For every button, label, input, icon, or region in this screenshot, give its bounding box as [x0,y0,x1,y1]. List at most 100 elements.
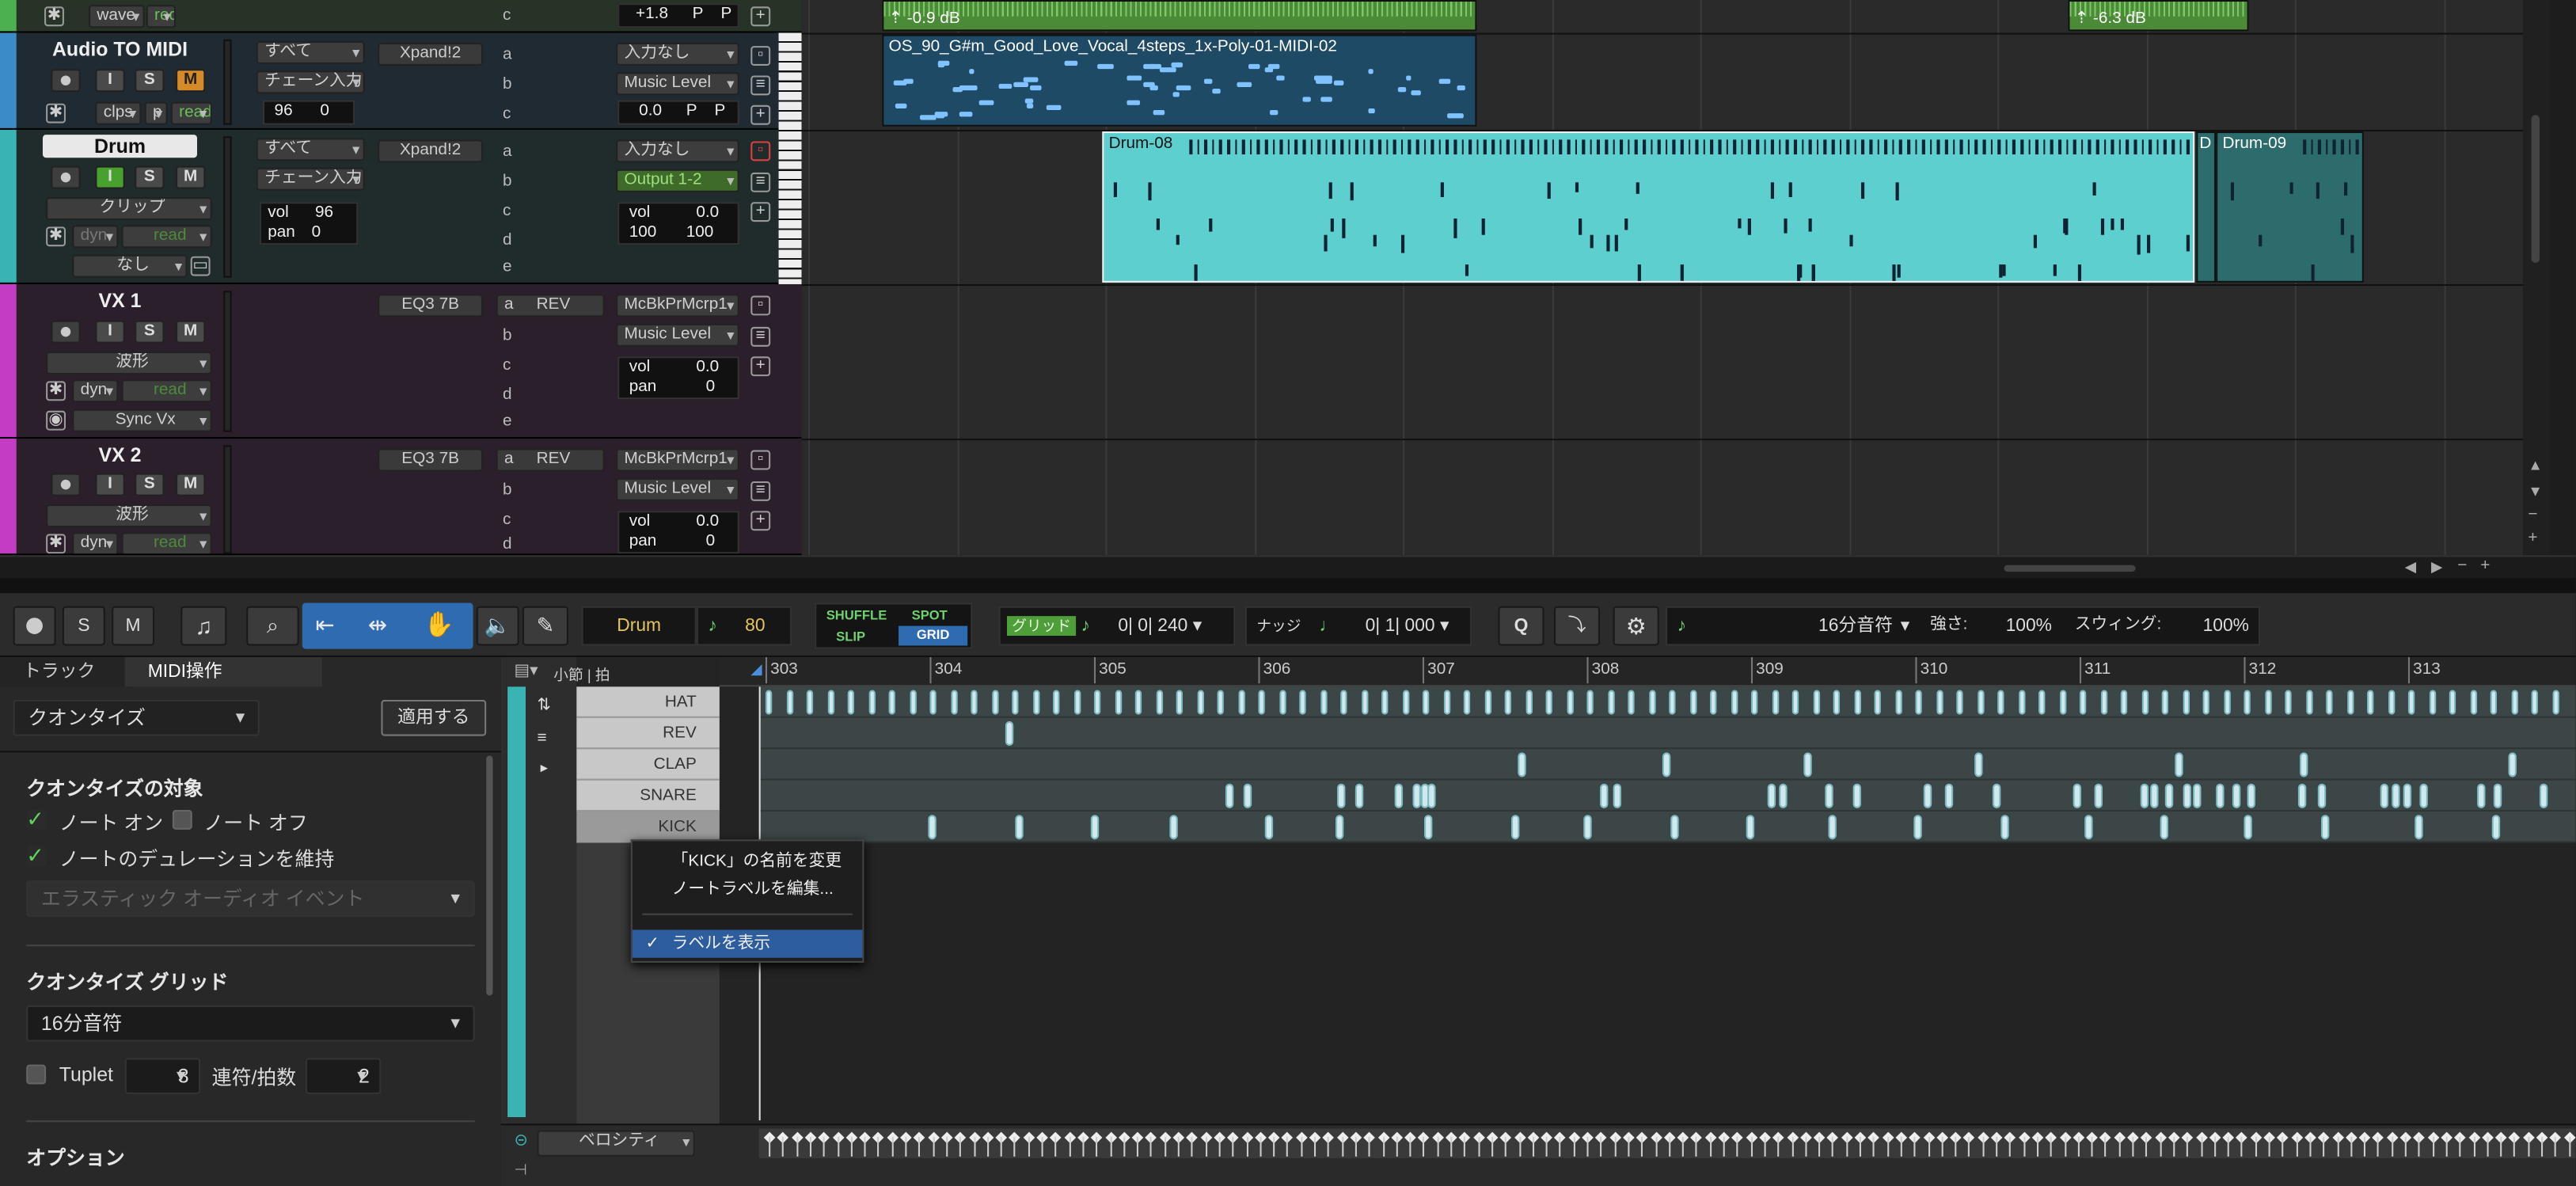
input-monitor-button[interactable]: I [95,69,125,93]
midi-note[interactable] [1771,690,1779,715]
automation-mode[interactable]: read [121,225,212,249]
midi-note[interactable] [1394,783,1404,808]
velocity-offset-display[interactable]: 96 0 [263,100,355,125]
midi-note[interactable] [1545,690,1552,715]
midi-note[interactable] [1791,690,1799,715]
drum-clip-08[interactable]: Drum-08 [1102,131,2195,283]
midi-note[interactable] [2164,783,2173,808]
midi-note[interactable] [909,690,916,715]
selector-tool-icon[interactable]: ⇹ [368,611,387,639]
mute-button[interactable]: M [176,473,206,496]
midi-note[interactable] [1032,690,1039,715]
midi-note[interactable] [2428,690,2436,715]
note-lane-kick[interactable] [758,812,2576,843]
volume-display[interactable]: 0.0 P P [617,100,739,125]
midi-note[interactable] [1853,690,1860,715]
midi-note[interactable] [2403,783,2411,808]
midi-note[interactable] [1731,690,1738,715]
view-selector[interactable]: 波形 [46,504,212,528]
midi-note[interactable] [1073,690,1081,715]
midi-note[interactable] [2223,690,2230,715]
velocity-lane-icon[interactable]: ⊝ [514,1132,527,1150]
midi-note[interactable] [1613,783,1622,808]
slip-mode[interactable]: SLIP [836,629,865,644]
drum-clip-09[interactable]: Drum-09 [2216,131,2364,283]
list-icon[interactable]: ≡ [750,172,771,192]
midi-note[interactable] [2477,783,2486,808]
midi-note[interactable] [1244,783,1252,808]
tuplet-checkbox[interactable] [26,1064,47,1085]
midi-note[interactable] [1237,690,1244,715]
midi-note[interactable] [2420,783,2429,808]
send-c[interactable]: c [503,511,511,529]
midi-note[interactable] [2392,783,2400,808]
midi-note[interactable] [1566,690,1573,715]
midi-note[interactable] [1091,815,1100,840]
record-enable-button[interactable] [13,606,56,646]
midi-note[interactable] [2531,690,2538,715]
send-d[interactable]: d [503,232,512,250]
input-selector[interactable]: McBkPrMcrp1 [616,448,739,472]
record-button[interactable] [51,473,81,496]
midi-clip[interactable]: OS_90_G#m_Good_Love_Vocal_4steps_1x-Poly… [882,34,1477,127]
automation-icon[interactable]: ✱ [46,381,66,401]
input-monitor-button[interactable]: I [95,320,125,344]
midi-note[interactable] [2492,783,2502,808]
mini-piano-keyboard[interactable] [778,32,802,284]
midi-note[interactable] [1607,690,1614,715]
midi-note[interactable] [1833,690,1840,715]
send-e[interactable]: e [503,258,512,276]
midi-note[interactable] [1944,783,1954,808]
add-icon[interactable]: + [750,511,771,531]
track-selector[interactable]: Drum [581,606,697,646]
grabber-tool-icon[interactable]: ✋ [424,610,454,639]
midi-note[interactable] [868,690,875,715]
midi-note[interactable] [2264,690,2271,715]
midi-note[interactable] [1628,690,1635,715]
midi-note[interactable] [1710,690,1717,715]
vertical-scrollbar[interactable]: ▲ ▼ − + [2523,0,2550,556]
midi-note[interactable] [1510,815,1519,840]
midi-note[interactable] [2490,690,2497,715]
send-b[interactable]: b [503,327,512,345]
view-selector[interactable]: クリップ [46,197,212,221]
midi-note[interactable] [2160,815,2168,840]
midi-note[interactable] [1750,690,1758,715]
chain-input-selector[interactable]: チェーン入力 [256,70,365,94]
piano-key-snare[interactable]: SNARE [576,780,720,812]
zoom-out-icon[interactable]: − [2457,557,2467,575]
collapse-icon[interactable]: ⇅ [538,697,551,715]
zoom-out-icon[interactable]: − [2528,506,2537,524]
midi-note[interactable] [847,690,854,715]
midi-note[interactable] [2000,815,2010,840]
automation-selector[interactable]: red [146,5,177,29]
playlist-selector[interactable]: p [144,101,168,125]
midi-note[interactable] [1155,690,1163,715]
list-icon[interactable]: ≡ [750,481,771,501]
input-selector[interactable]: すべて [256,40,365,64]
note-lane-clap[interactable] [758,749,2576,781]
midi-note[interactable] [1335,815,1345,840]
midi-note[interactable] [1225,783,1234,808]
gear-icon[interactable]: ⚙ [1613,606,1659,646]
midi-note[interactable] [1381,690,1389,715]
view-selector[interactable]: 波形 [46,352,212,375]
automation-icon[interactable]: ✱ [46,103,66,124]
midi-note[interactable] [1134,690,1142,715]
sync-selector[interactable]: Sync Vx [72,409,212,432]
midi-note[interactable] [1827,815,1836,840]
add-icon[interactable]: + [750,202,771,222]
volume-pan-display[interactable]: vol 0.0 pan 0 [617,356,739,400]
chain-input-selector[interactable]: チェーン入力 [256,167,365,191]
midi-note[interactable] [1518,752,1526,777]
record-button[interactable] [51,69,81,93]
midi-note[interactable] [1662,752,1671,777]
quantize-button[interactable]: Q [1498,606,1544,646]
send-b[interactable]: b [503,481,512,500]
automation-mode[interactable]: read [121,379,212,403]
midi-note[interactable] [1053,690,1060,715]
send-slot-rev[interactable]: a REV [496,294,605,317]
midi-note[interactable] [2367,690,2374,715]
midi-note[interactable] [950,690,957,715]
midi-note[interactable] [1015,815,1024,840]
